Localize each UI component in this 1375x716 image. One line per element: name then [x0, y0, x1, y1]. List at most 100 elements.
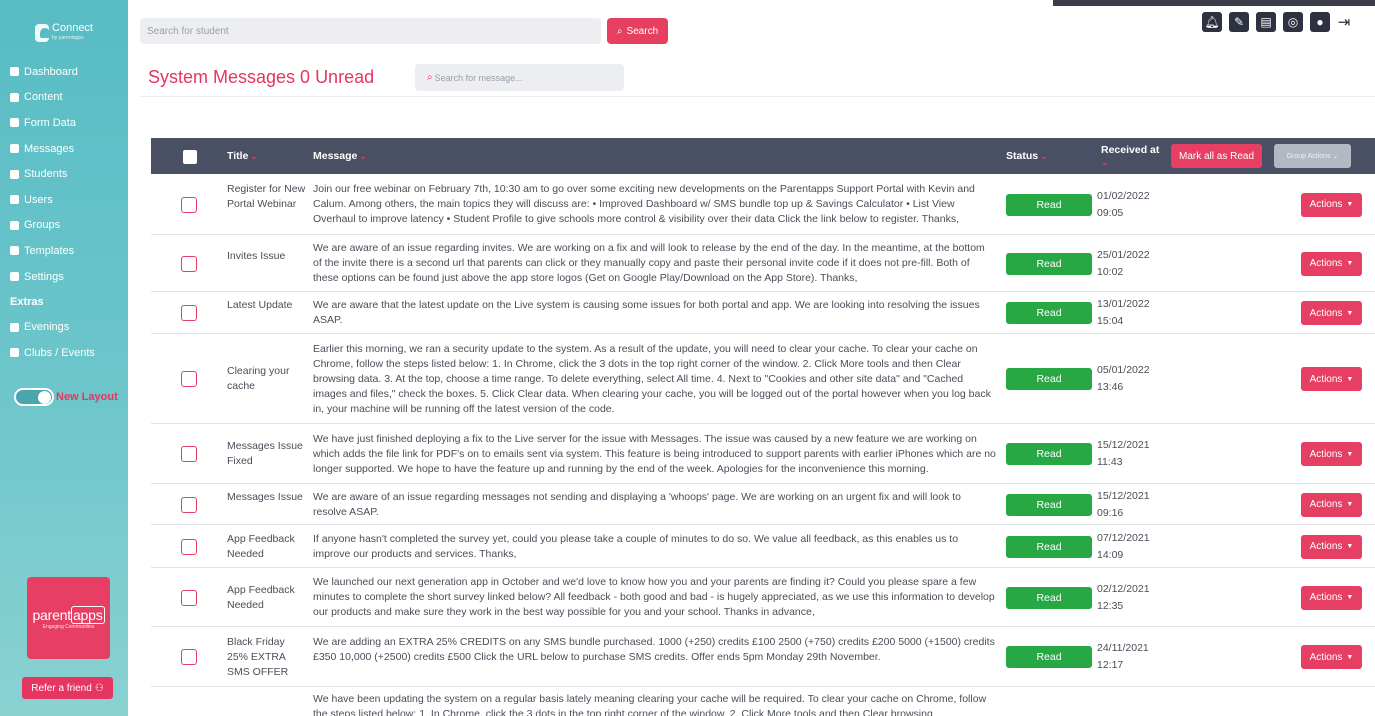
caret-down-icon: ▼	[1346, 375, 1354, 383]
message-text: We launched our next generation app in O…	[313, 576, 995, 618]
actions-label: Actions	[1309, 448, 1343, 460]
row-checkbox[interactable]	[181, 446, 197, 462]
actions-dropdown-button[interactable]: Actions ▼	[1301, 492, 1362, 517]
caret-down-icon: ▼	[1346, 543, 1354, 550]
page-title: System Messages 0 Unread	[148, 67, 375, 87]
row-checkbox[interactable]	[181, 649, 197, 665]
sidebar-item-label: Groups	[24, 219, 61, 232]
folder-icon	[10, 246, 19, 256]
message-text: We are aware that the latest update on t…	[313, 299, 980, 326]
message-header-label: Message	[313, 150, 358, 162]
actions-dropdown-button[interactable]: Actions ▼	[1301, 367, 1362, 391]
sidebar-item-form-data[interactable]: Form Data	[0, 110, 128, 136]
actions-dropdown-button[interactable]: Actions ▼	[1301, 645, 1362, 669]
actions-dropdown-button[interactable]: Actions ▼	[1301, 585, 1362, 610]
sidebar-item-messages[interactable]: Messages	[0, 136, 128, 162]
status-badge: Read	[1006, 586, 1092, 609]
user-edit-icon[interactable]: ✎	[1229, 12, 1249, 32]
received-time-value: 12:17	[1097, 659, 1124, 671]
message-title[interactable]: App Feedback Needed	[227, 532, 307, 562]
actions-dropdown-button[interactable]: Actions ▼	[1301, 442, 1362, 466]
sidebar-item-label: Messages	[24, 142, 75, 155]
actions-dropdown-button[interactable]: Actions ▼	[1301, 301, 1362, 325]
sidebar-item-dashboard[interactable]: Dashboard	[0, 59, 128, 85]
status-column-header[interactable]: Status ⌄	[1006, 138, 1048, 174]
table-row[interactable]: We have been updating the system on a re…	[151, 687, 1375, 716]
new-layout-toggle[interactable]	[14, 388, 54, 406]
message-title[interactable]: App Feedback Needed	[227, 583, 307, 613]
refer-a-friend-button[interactable]: Refer a friend ⚇	[22, 677, 113, 699]
message-column-header[interactable]: Message ⌄	[313, 138, 367, 174]
actions-label: Actions	[1309, 499, 1343, 510]
message-title[interactable]: Black Friday 25% EXTRA SMS OFFER	[227, 635, 307, 680]
actions-dropdown-button[interactable]: Actions ▼	[1301, 192, 1362, 217]
sidebar-item-label: Clubs / Events	[24, 346, 95, 359]
message-title[interactable]: Messages Issue Fixed	[227, 439, 307, 469]
title-column-header[interactable]: Title ⌄	[227, 138, 258, 174]
sidebar-item-settings[interactable]: Settings	[0, 264, 128, 290]
table-row[interactable]: App Feedback Needed If anyone hasn't comp…	[151, 525, 1375, 568]
table-row[interactable]: Clearing your cache Earlier this morning,…	[151, 334, 1375, 424]
table-row[interactable]: Black Friday 25% EXTRA SMS OFFER We are a…	[151, 627, 1375, 687]
actions-dropdown-button[interactable]: Actions ▼	[1301, 534, 1362, 559]
received-date: 02/12/2021 12:35	[1097, 581, 1187, 615]
table-row[interactable]: Latest Update We are aware that the lates…	[151, 292, 1375, 334]
caret-down-icon: ▼	[1346, 501, 1354, 508]
search-button[interactable]: ⌕ Search	[607, 18, 668, 44]
sidebar-item-students[interactable]: Students	[0, 161, 128, 187]
sidebar-item-users[interactable]: Users	[0, 187, 128, 213]
sidebar-item-clubs-events[interactable]: Clubs / Events	[0, 340, 128, 366]
brand-tagline: Engaging Communities	[42, 623, 95, 630]
row-checkbox[interactable]	[181, 538, 197, 555]
table-row[interactable]: Messages Issue Fixed We have just finishe…	[151, 424, 1375, 484]
row-checkbox[interactable]	[181, 371, 197, 387]
row-checkbox[interactable]	[181, 196, 197, 213]
message-title[interactable]: Register for New Portal Webinar	[227, 182, 307, 212]
chevron-down-icon: ⌄	[250, 150, 258, 161]
message-title[interactable]: Messages Issue	[227, 490, 307, 505]
table-row[interactable]: Invites Issue We are aware of an issue re…	[151, 235, 1375, 292]
mark-all-as-read-button[interactable]: Mark all as Read	[1171, 144, 1262, 168]
sidebar-item-evenings[interactable]: Evenings	[0, 314, 128, 340]
received-date-value: 15/12/2021	[1097, 489, 1150, 502]
sidebar-item-templates[interactable]: Templates	[0, 238, 128, 264]
message-text: We are adding an EXTRA 25% CREDITS on an…	[313, 635, 995, 663]
received-date-value: 25/01/2022	[1097, 248, 1150, 261]
app-logo[interactable]: Connect by parentapps	[35, 20, 93, 46]
message-title[interactable]: Invites Issue	[227, 249, 307, 264]
table-row[interactable]: Register for New Portal Webinar Join our …	[151, 174, 1375, 235]
headset-icon[interactable]: ◎	[1283, 12, 1303, 32]
actions-dropdown-button[interactable]: Actions ▼	[1301, 251, 1362, 276]
sidebar-item-label: Dashboard	[24, 65, 78, 78]
select-all-checkbox[interactable]	[183, 150, 197, 164]
row-checkbox[interactable]	[181, 496, 197, 513]
received-column-header[interactable]: Received at ⌄	[1101, 138, 1159, 174]
row-checkbox[interactable]	[181, 255, 197, 272]
received-time-value: 09:05	[1097, 206, 1124, 219]
table-row[interactable]: Messages Issue We are aware of an issue r…	[151, 484, 1375, 525]
student-search-input[interactable]: Search for student	[140, 18, 601, 44]
caret-down-icon: ▼	[1346, 309, 1354, 317]
user-plus-icon: ⚇	[94, 682, 104, 694]
message-title[interactable]: Clearing your cache	[227, 364, 307, 394]
message-title[interactable]: Latest Update	[227, 298, 307, 313]
dashboard-icon	[10, 67, 19, 77]
status-badge: Read	[1006, 252, 1092, 275]
received-date: 13/01/2022 15:04	[1097, 296, 1187, 330]
sidebar-item-content[interactable]: Content	[0, 85, 128, 111]
sidebar-item-groups[interactable]: Groups	[0, 213, 128, 239]
message-search-icon: ⌕	[427, 72, 433, 83]
received-time-value: 11:43	[1097, 456, 1123, 468]
row-checkbox[interactable]	[181, 305, 197, 321]
top-icons: 🔔︎ ✎ ▤ ◎ ● ⇥	[1202, 12, 1351, 32]
group-actions-button[interactable]: Group Actions ⌄	[1274, 144, 1351, 168]
profile-icon[interactable]: ●	[1310, 12, 1330, 32]
message-search-input[interactable]: ⌕ Search for message...	[415, 64, 624, 91]
logout-icon[interactable]: ⇥	[1337, 12, 1351, 32]
row-checkbox[interactable]	[181, 589, 197, 606]
student-icon	[10, 169, 19, 179]
sidebar-nav: Dashboard Content Form Data Messages Student…	[0, 59, 128, 366]
bell-icon[interactable]: 🔔︎	[1202, 12, 1222, 32]
id-card-icon[interactable]: ▤	[1256, 12, 1276, 32]
table-row[interactable]: App Feedback Needed We launched our next …	[151, 568, 1375, 627]
